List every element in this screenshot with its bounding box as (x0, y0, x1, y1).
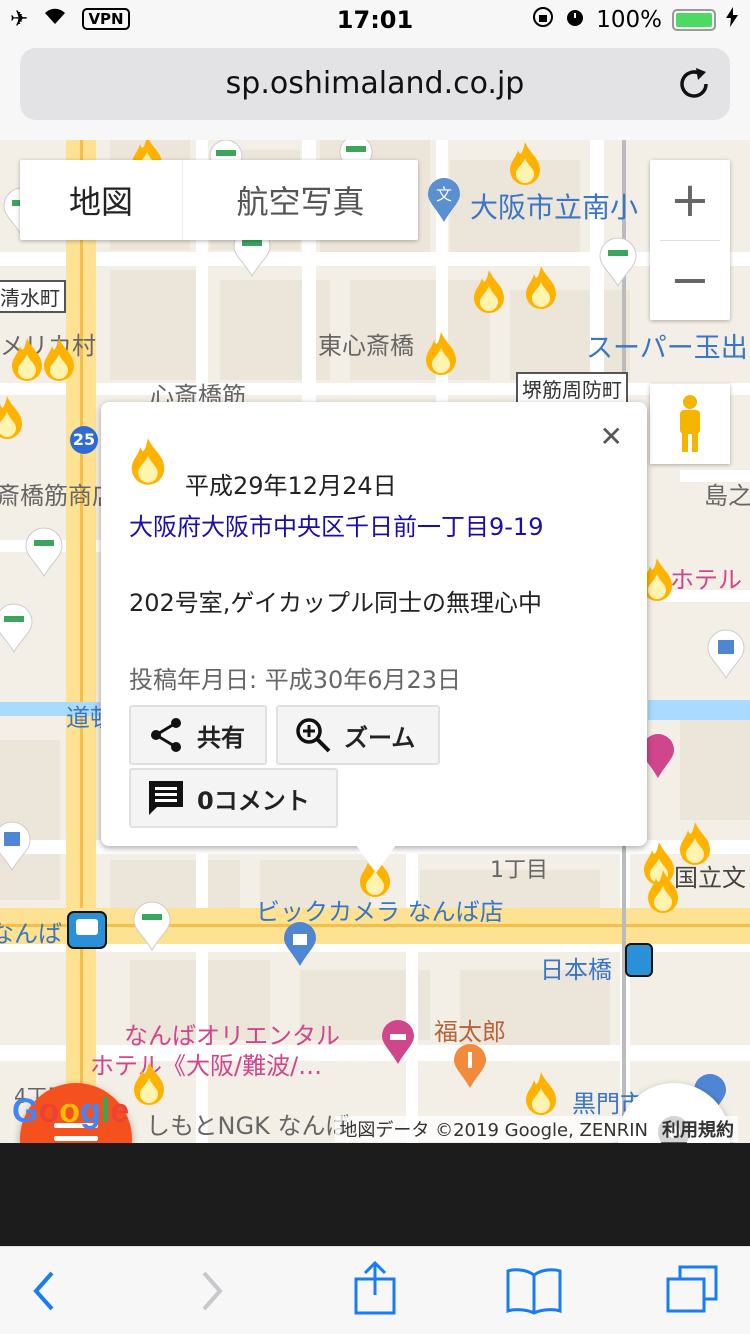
url-bar[interactable]: sp.oshimaland.co.jp (20, 48, 730, 120)
map-label-1chome: 1丁目 (490, 858, 548, 883)
map-label-school: 大阪市立南小 (470, 191, 639, 224)
incident-description: 202号室,ゲイカップル同士の無理心中 (129, 589, 542, 617)
incident-flame-icon[interactable] (644, 868, 682, 916)
train-station-icon-2 (625, 943, 653, 977)
incident-flame-icon[interactable] (676, 820, 714, 868)
map-label-fukutaro: 福太郎 (434, 1018, 506, 1046)
battery-icon (672, 9, 716, 31)
zoom-button[interactable]: ズーム (276, 705, 440, 765)
map-label-oriental-hotel-2: ホテル《大阪/難波/… (90, 1052, 323, 1080)
page-bottom-area (0, 1143, 750, 1246)
orientation-lock-icon (532, 6, 554, 34)
back-icon[interactable] (30, 1269, 60, 1313)
map-view[interactable]: 大阪市立南小 清水町 メリカ村 東心斎橋 心斎橋筋 堺筋周防町 スーパー玉出 2… (0, 140, 750, 1143)
map-label-namba: なんば (0, 920, 62, 948)
share-label: 共有 (197, 723, 245, 752)
pegman-icon (680, 395, 700, 452)
map-label-shimizumachi: 清水町 (0, 280, 66, 313)
zoom-in-icon (294, 716, 332, 754)
street-view-pegman-button[interactable] (650, 384, 730, 464)
reload-icon[interactable] (676, 66, 712, 102)
status-bar: ✈ VPN 17:01 100% (0, 0, 750, 40)
incident-address-link[interactable]: 大阪府大阪市中央区千日前一丁目9-19 (129, 508, 569, 546)
close-icon[interactable]: ✕ (600, 420, 623, 453)
map-type-satellite-button[interactable]: 航空写真 (182, 160, 418, 240)
map-label-shimanouchi: 島之 (704, 482, 750, 510)
incident-flame-icon[interactable] (0, 394, 26, 442)
terms-link[interactable]: 利用規約 (662, 1120, 734, 1141)
map-label-sakaisuji: 堺筋周防町 (516, 372, 628, 405)
store-pin-icon (599, 237, 637, 288)
zoom-label: ズーム (344, 723, 416, 752)
map-label-nipponbashi: 日本橋 (540, 956, 612, 984)
shopping-pin-icon (284, 922, 316, 966)
map-label-shinsaibashi-arcade: 斎橋筋商店 (0, 482, 116, 510)
store-pin-icon (25, 527, 63, 578)
bank-pin-icon (0, 821, 31, 872)
store-pin-icon (133, 901, 171, 952)
share-icon (147, 716, 185, 754)
map-label-ngk: しもとNGK なんば (146, 1112, 350, 1140)
comment-label: 0コメント (197, 786, 310, 815)
info-window-tail (356, 845, 396, 873)
bookmarks-icon[interactable] (506, 1267, 562, 1315)
info-window: ✕ 平成29年12月24日 大阪府大阪市中央区千日前一丁目9-19 202号室,… (101, 402, 647, 846)
map-label-hotel: ホテル (670, 566, 742, 594)
restaurant-pin-icon (454, 1044, 486, 1088)
incident-flame-icon[interactable] (422, 330, 460, 378)
forward-icon[interactable] (196, 1269, 226, 1313)
comment-button[interactable]: 0コメント (129, 768, 338, 828)
map-type-map-button[interactable]: 地図 (20, 160, 182, 240)
posted-date: 投稿年月日: 平成30年6月23日 (129, 666, 462, 694)
svg-text:文: 文 (436, 185, 452, 204)
map-data-credit: 地図データ ©2019 Google, ZENRIN (339, 1120, 648, 1141)
zoom-out-button[interactable]: − (650, 240, 730, 320)
map-label-higashi-shinsaibashi: 東心斎橋 (318, 332, 414, 360)
flame-icon (131, 438, 165, 485)
map-attribution: 地図データ ©2019 Google, ZENRIN 利用規約 (335, 1116, 738, 1142)
zoom-in-button[interactable]: + (650, 160, 730, 240)
hotel-pin-icon (382, 1020, 414, 1064)
bank-pin-icon (707, 629, 745, 680)
incident-flame-icon[interactable] (506, 140, 544, 188)
comment-icon (147, 779, 185, 817)
map-label-supermarket: スーパー玉出 (586, 333, 748, 364)
tabs-icon[interactable] (664, 1265, 720, 1315)
alarm-icon (564, 6, 586, 34)
incident-flame-icon[interactable] (522, 1070, 560, 1118)
share-sheet-icon[interactable] (352, 1261, 398, 1317)
charging-icon (726, 7, 738, 33)
zoom-control: + − (650, 160, 730, 320)
incident-date: 平成29年12月24日 (185, 472, 397, 500)
school-pin-icon: 文 (428, 178, 460, 222)
share-button[interactable]: 共有 (129, 705, 267, 765)
browser-toolbar (0, 1246, 750, 1334)
incident-flame-icon[interactable] (470, 268, 508, 316)
incident-flame-icon[interactable] (130, 1060, 168, 1108)
store-pin-icon (0, 603, 33, 654)
incident-flame-icon[interactable] (522, 264, 560, 312)
google-logo: Google (12, 1092, 130, 1130)
map-type-control: 地図 航空写真 (20, 160, 418, 240)
url-text[interactable]: sp.oshimaland.co.jp (20, 66, 730, 101)
train-station-icon (67, 911, 107, 949)
browser-address-area: sp.oshimaland.co.jp (0, 40, 750, 140)
incident-flame-icon[interactable] (40, 336, 78, 384)
battery-percent: 100% (596, 7, 662, 33)
route-25-badge: 25 (70, 426, 98, 454)
